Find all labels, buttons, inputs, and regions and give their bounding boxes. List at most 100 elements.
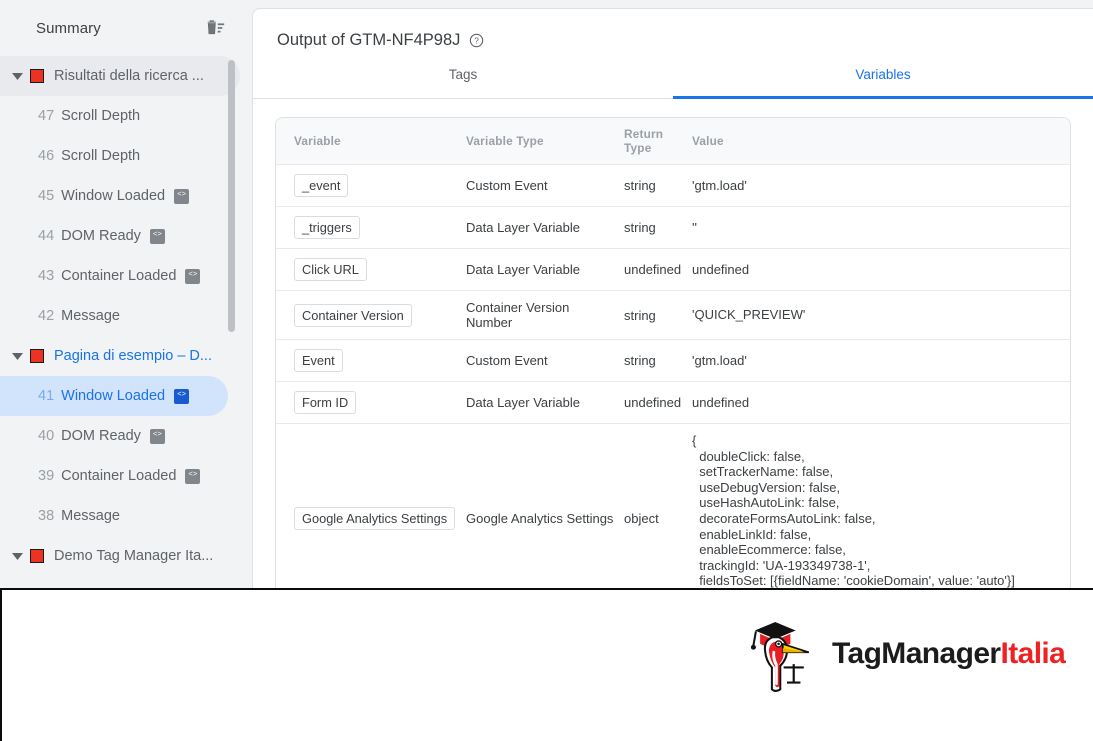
cell-variable: Event — [276, 340, 466, 382]
logo-wordmark: TagManagerItalia — [832, 637, 1065, 671]
output-card: Output of GTM-NF4P98J ? TagsVariables Va… — [252, 8, 1093, 588]
table-row: Form IDData Layer Variableundefinedundef… — [276, 382, 1070, 424]
sidebar-group-label: Demo Tag Manager Ita... — [54, 548, 213, 564]
status-swatch — [30, 69, 44, 83]
cell-variable: _event — [276, 165, 466, 207]
value-text: { doubleClick: false, setTrackerName: fa… — [692, 433, 1015, 588]
variables-table: Variable Variable Type Return Type Value… — [276, 118, 1070, 588]
sidebar-group-row[interactable]: Pagina di esempio – D... — [0, 336, 240, 376]
sidebar-event-row[interactable]: 47 Scroll Depth — [0, 96, 240, 136]
chevron-down-icon[interactable] — [8, 347, 26, 365]
sidebar-event-row[interactable]: 41Window Loaded<> — [0, 376, 228, 416]
table-row: Google Analytics Settings Google Analytic… — [276, 424, 1070, 589]
cell-value: undefined — [692, 382, 1070, 424]
page-title: Output of GTM-NF4P98J ? — [253, 9, 1093, 50]
sidebar-event-row[interactable]: 42Message — [0, 296, 240, 336]
status-swatch — [30, 349, 44, 363]
cell-variable-type: Google Analytics Settings — [466, 424, 624, 589]
cell-variable: Click URL — [276, 249, 466, 291]
event-label: DOM Ready — [61, 228, 141, 244]
page-title-text: Output of GTM-NF4P98J — [277, 31, 460, 50]
cell-return-type: string — [624, 165, 692, 207]
variables-table-container: Variable Variable Type Return Type Value… — [275, 117, 1071, 588]
sidebar-event-row[interactable]: 46Scroll Depth — [0, 136, 240, 176]
cell-value: 'gtm.load' — [692, 340, 1070, 382]
sidebar-event-row[interactable]: 40 DOM Ready <> — [0, 416, 240, 456]
cell-value: '' — [692, 207, 1070, 249]
variable-chip[interactable]: Container Version — [294, 304, 412, 327]
table-row: Click URLData Layer Variableundefinedund… — [276, 249, 1070, 291]
event-label: Message — [61, 508, 120, 524]
value-text: undefined — [692, 395, 749, 410]
sidebar-group-row[interactable]: Risultati della ricerca ... — [0, 56, 240, 96]
cell-variable: Form ID — [276, 382, 466, 424]
table-body: _eventCustom Eventstring'gtm.load'_trigg… — [276, 165, 1070, 589]
event-number: 47 — [38, 108, 54, 124]
event-label: Scroll Depth — [61, 148, 140, 164]
table-header-row: Variable Variable Type Return Type Value — [276, 118, 1070, 165]
woodpecker-graduate-icon — [744, 612, 830, 696]
variable-chip[interactable]: Click URL — [294, 258, 367, 281]
event-label: Window Loaded — [61, 188, 165, 204]
sidebar-event-row[interactable]: 43Container Loaded<> — [0, 256, 240, 296]
cell-variable: Google Analytics Settings — [276, 424, 466, 589]
summary-sidebar: Summary Risultati della ricerca ... 47 Scr… — [0, 0, 240, 588]
cell-variable: Container Version — [276, 291, 466, 340]
event-number: 40 — [38, 428, 54, 444]
status-swatch — [30, 549, 44, 563]
sidebar-event-row[interactable]: 45 Window Loaded <> — [0, 176, 240, 216]
sidebar-event-row[interactable]: 44DOM Ready<> — [0, 216, 240, 256]
tab-variables[interactable]: Variables — [673, 64, 1093, 98]
event-number: 42 — [38, 308, 54, 324]
variable-chip[interactable]: _event — [294, 174, 348, 197]
variable-chip[interactable]: _triggers — [294, 216, 360, 239]
screenshot-root: Summary Risultati della ricerca ... 47 Scr… — [0, 0, 1093, 741]
help-circle-icon[interactable]: ? — [460, 33, 484, 48]
cell-variable-type: Custom Event — [466, 165, 624, 207]
code-badge-icon: <> — [150, 429, 165, 444]
cell-variable: _triggers — [276, 207, 466, 249]
variable-chip[interactable]: Google Analytics Settings — [294, 507, 455, 530]
tagmanageritalia-logo: TagManagerItalia — [744, 612, 1065, 696]
sidebar-event-row[interactable]: 39Container Loaded<> — [0, 456, 240, 496]
chevron-down-icon[interactable] — [8, 547, 26, 565]
sidebar-group-label: Risultati della ricerca ... — [54, 68, 204, 84]
table-row: Container VersionContainer Version Numbe… — [276, 291, 1070, 340]
event-number: 41 — [38, 388, 54, 404]
table-head: Variable Variable Type Return Type Value — [276, 118, 1070, 165]
cell-return-type: string — [624, 291, 692, 340]
event-number: 44 — [38, 228, 54, 244]
logo-text-accent: Italia — [1000, 637, 1065, 670]
variable-chip[interactable]: Form ID — [294, 391, 356, 414]
event-label: Container Loaded — [61, 468, 176, 484]
code-badge-icon: <> — [185, 269, 200, 284]
cell-variable-type: Data Layer Variable — [466, 382, 624, 424]
table-row: _event Custom Eventstring'gtm.load' — [276, 165, 1070, 207]
tab-tags[interactable]: Tags — [253, 64, 673, 98]
sidebar-group-label: Pagina di esempio – D... — [54, 348, 212, 364]
variable-chip[interactable]: Event — [294, 349, 343, 372]
sidebar-group-row[interactable]: Demo Tag Manager Ita... — [0, 536, 240, 576]
cell-return-type: string — [624, 207, 692, 249]
event-label: Scroll Depth — [61, 108, 140, 124]
cell-value: 'gtm.load' — [692, 165, 1070, 207]
trash-filter-icon[interactable] — [204, 17, 226, 39]
value-text: undefined — [692, 262, 749, 277]
event-label: DOM Ready — [61, 428, 141, 444]
cell-value: { doubleClick: false, setTrackerName: fa… — [692, 424, 1070, 589]
table-row: _triggersData Layer Variablestring'' — [276, 207, 1070, 249]
sidebar-header: Summary — [0, 0, 240, 56]
chevron-down-icon[interactable] — [8, 67, 26, 85]
event-label: Container Loaded — [61, 268, 176, 284]
event-number: 45 — [38, 188, 54, 204]
bottom-area: TagManagerItalia — [0, 588, 1093, 741]
event-number: 38 — [38, 508, 54, 524]
sidebar-event-row[interactable]: 38 Message — [0, 496, 240, 536]
col-header-value: Value — [692, 118, 1070, 165]
code-badge-icon: <> — [174, 189, 189, 204]
summary-title: Summary — [36, 20, 101, 37]
value-text: 'gtm.load' — [692, 178, 747, 193]
sidebar-scrollbar[interactable] — [228, 60, 235, 332]
cell-return-type: undefined — [624, 249, 692, 291]
cell-return-type: undefined — [624, 382, 692, 424]
